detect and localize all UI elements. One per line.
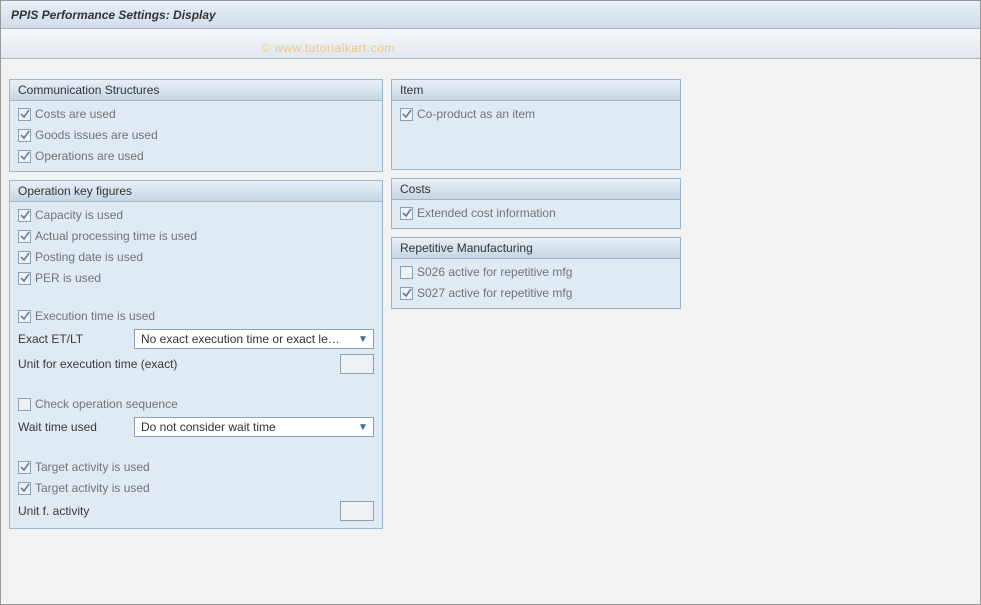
s027-label: S027 active for repetitive mfg xyxy=(417,286,572,300)
check-operation-seq-checkbox[interactable] xyxy=(18,398,31,411)
exact-etlt-row: Exact ET/LT No exact execution time or e… xyxy=(18,328,374,350)
operations-used-label: Operations are used xyxy=(35,149,144,163)
window-titlebar: PPIS Performance Settings: Display xyxy=(1,1,980,29)
coproduct-checkbox[interactable] xyxy=(400,108,413,121)
unit-exec-time-row: Unit for execution time (exact) xyxy=(18,353,374,375)
s026-label: S026 active for repetitive mfg xyxy=(417,265,572,279)
capacity-used-checkbox[interactable] xyxy=(18,209,31,222)
group-operation-key-figures: Operation key figures Capacity is used A… xyxy=(9,180,383,529)
target-activity-2-checkbox[interactable] xyxy=(18,482,31,495)
s026-checkbox[interactable] xyxy=(400,266,413,279)
capacity-used-label: Capacity is used xyxy=(35,208,123,222)
target-activity-2-label: Target activity is used xyxy=(35,481,150,495)
execution-time-checkbox[interactable] xyxy=(18,310,31,323)
group-communication-structures: Communication Structures Costs are used … xyxy=(9,79,383,172)
per-used-label: PER is used xyxy=(35,271,101,285)
wait-time-combobox[interactable]: Do not consider wait time ▼ xyxy=(134,417,374,437)
costs-used-label: Costs are used xyxy=(35,107,116,121)
posting-date-checkbox[interactable] xyxy=(18,251,31,264)
posting-date-label: Posting date is used xyxy=(35,250,143,264)
unit-exec-time-input[interactable] xyxy=(340,354,374,374)
costs-used-row: Costs are used xyxy=(18,105,374,123)
chevron-down-icon: ▼ xyxy=(355,422,371,433)
unit-activity-row: Unit f. activity xyxy=(18,500,374,522)
exact-etlt-value: No exact execution time or exact le… xyxy=(141,332,355,346)
goods-issues-used-checkbox[interactable] xyxy=(18,129,31,142)
group-header: Communication Structures xyxy=(10,80,382,101)
group-header: Repetitive Manufacturing xyxy=(392,238,680,259)
target-activity-1-checkbox[interactable] xyxy=(18,461,31,474)
group-costs: Costs Extended cost information xyxy=(391,178,681,229)
per-used-checkbox[interactable] xyxy=(18,272,31,285)
coproduct-label: Co-product as an item xyxy=(417,107,535,121)
group-repetitive-manufacturing: Repetitive Manufacturing S026 active for… xyxy=(391,237,681,309)
operations-used-row: Operations are used xyxy=(18,147,374,165)
execution-time-label: Execution time is used xyxy=(35,309,155,323)
extended-cost-label: Extended cost information xyxy=(417,206,556,220)
right-column: Item Co-product as an item Costs Extende… xyxy=(391,79,681,309)
group-body: Costs are used Goods issues are used Ope… xyxy=(10,101,382,171)
group-body: Capacity is used Actual processing time … xyxy=(10,202,382,528)
unit-activity-input[interactable] xyxy=(340,501,374,521)
s027-checkbox[interactable] xyxy=(400,287,413,300)
exact-etlt-combobox[interactable]: No exact execution time or exact le… ▼ xyxy=(134,329,374,349)
goods-issues-used-label: Goods issues are used xyxy=(35,128,158,142)
chevron-down-icon: ▼ xyxy=(355,334,371,345)
toolbar xyxy=(1,29,980,59)
group-body: S026 active for repetitive mfg S027 acti… xyxy=(392,259,680,308)
check-operation-seq-label: Check operation sequence xyxy=(35,397,178,411)
group-header: Item xyxy=(392,80,680,101)
unit-activity-label: Unit f. activity xyxy=(18,504,334,518)
operations-used-checkbox[interactable] xyxy=(18,150,31,163)
unit-exec-time-label: Unit for execution time (exact) xyxy=(18,357,334,371)
actual-processing-label: Actual processing time is used xyxy=(35,229,197,243)
left-column: Communication Structures Costs are used … xyxy=(9,79,383,529)
group-body: Co-product as an item xyxy=(392,101,680,169)
exact-etlt-label: Exact ET/LT xyxy=(18,332,128,346)
costs-used-checkbox[interactable] xyxy=(18,108,31,121)
wait-time-row: Wait time used Do not consider wait time… xyxy=(18,416,374,438)
wait-time-value: Do not consider wait time xyxy=(141,420,355,434)
group-header: Operation key figures xyxy=(10,181,382,202)
group-body: Extended cost information xyxy=(392,200,680,228)
extended-cost-checkbox[interactable] xyxy=(400,207,413,220)
actual-processing-checkbox[interactable] xyxy=(18,230,31,243)
goods-issues-used-row: Goods issues are used xyxy=(18,126,374,144)
group-item: Item Co-product as an item xyxy=(391,79,681,170)
wait-time-label: Wait time used xyxy=(18,420,128,434)
target-activity-1-label: Target activity is used xyxy=(35,460,150,474)
window-title: PPIS Performance Settings: Display xyxy=(11,8,216,22)
group-header: Costs xyxy=(392,179,680,200)
content-area: Communication Structures Costs are used … xyxy=(1,59,980,537)
